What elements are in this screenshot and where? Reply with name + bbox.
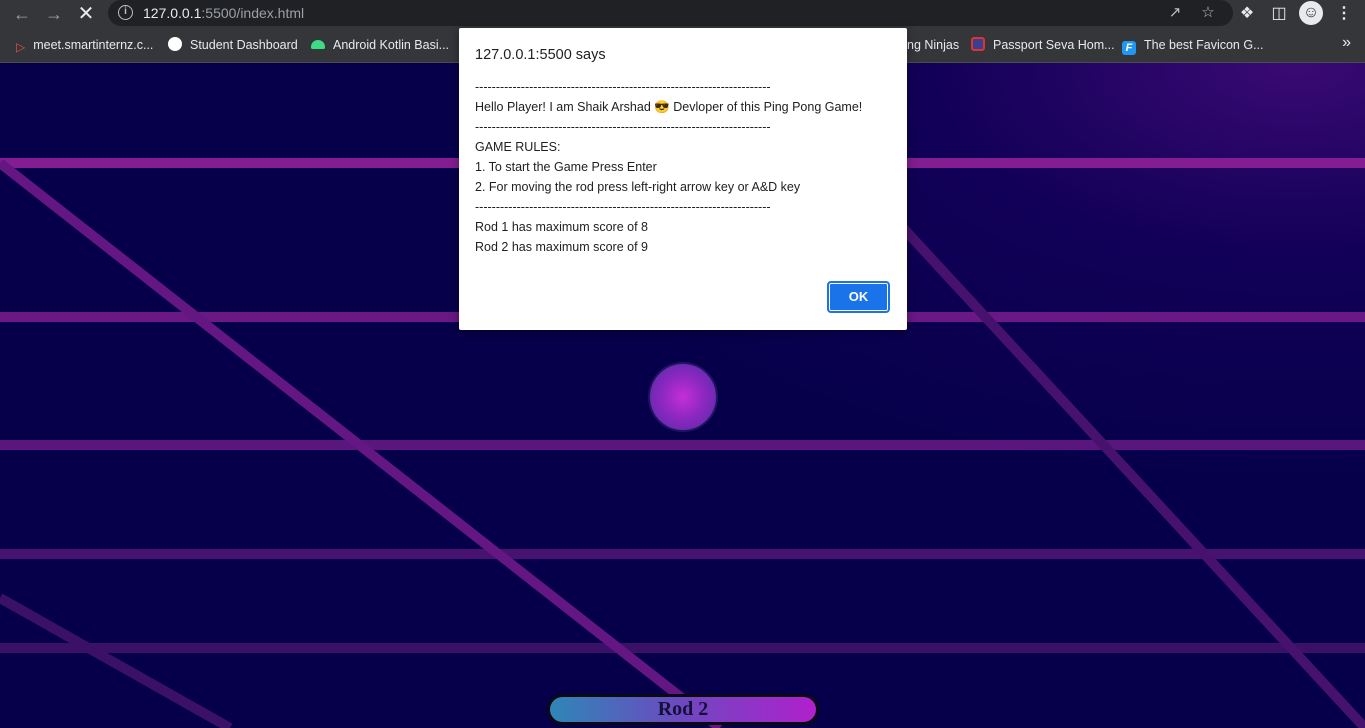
dialog-message: ----------------------------------------… bbox=[475, 80, 863, 254]
bookmark-favicon-generator[interactable]: F The best Favicon G... bbox=[1122, 37, 1264, 55]
browser-toolbar: ← → ✕ i 127.0.0.1:5500/index.html ↗ ☆ ❖ … bbox=[0, 0, 1365, 28]
forward-icon[interactable]: → bbox=[42, 2, 66, 26]
ball bbox=[648, 362, 718, 432]
rod-2-paddle: Rod 2 bbox=[547, 694, 819, 725]
puzzle-icon[interactable]: ❖ bbox=[1235, 2, 1259, 26]
dialog-title: 127.0.0.1:5500 says bbox=[475, 47, 606, 63]
side-panel-icon[interactable]: ◫ bbox=[1267, 2, 1291, 26]
favicon-generator-icon: F bbox=[1122, 41, 1136, 55]
passport-seva-icon bbox=[971, 37, 985, 51]
rod-2-label: Rod 2 bbox=[657, 698, 709, 720]
address-bar[interactable]: i 127.0.0.1:5500/index.html ↗ ☆ bbox=[108, 0, 1233, 26]
bookmark-smartinternz[interactable]: ▷ meet.smartinternz.c... bbox=[16, 37, 153, 55]
stop-loading-icon[interactable]: ✕ bbox=[74, 2, 98, 26]
kebab-menu-icon[interactable]: ⋮ bbox=[1332, 2, 1356, 26]
android-icon bbox=[311, 40, 325, 49]
bookmark-android-kotlin[interactable]: Android Kotlin Basi... bbox=[311, 37, 449, 55]
bookmark-student-dashboard[interactable]: Student Dashboard bbox=[168, 37, 298, 55]
bookmark-coding-ninjas[interactable]: ng Ninjas bbox=[907, 37, 959, 55]
share-icon[interactable]: ↗ bbox=[1165, 3, 1185, 23]
profile-avatar-icon[interactable]: ☺ bbox=[1299, 1, 1323, 25]
grid-line bbox=[0, 593, 233, 728]
back-icon[interactable]: ← bbox=[10, 2, 34, 26]
alert-dialog: 127.0.0.1:5500 says --------------------… bbox=[459, 28, 907, 330]
globe-icon bbox=[168, 37, 182, 51]
smartinternz-icon: ▷ bbox=[16, 40, 26, 54]
star-icon[interactable]: ☆ bbox=[1198, 3, 1218, 23]
ok-button[interactable]: OK bbox=[827, 281, 890, 313]
bookmark-passport-seva[interactable]: Passport Seva Hom... bbox=[971, 37, 1115, 55]
url-text[interactable]: 127.0.0.1:5500/index.html bbox=[143, 5, 304, 21]
bookmarks-overflow-icon[interactable]: » bbox=[1342, 34, 1351, 52]
site-info-icon[interactable]: i bbox=[118, 5, 133, 20]
